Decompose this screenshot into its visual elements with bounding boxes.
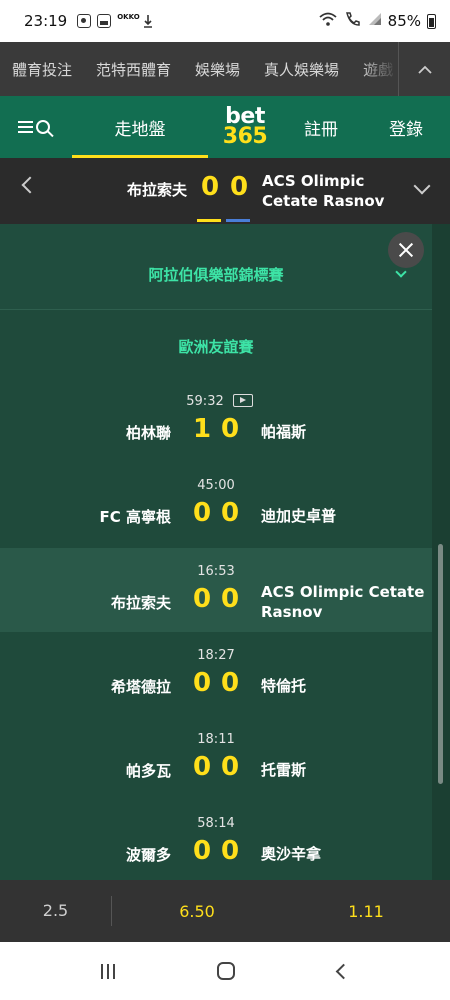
match-clock: 58:14 xyxy=(197,816,235,831)
search-icon xyxy=(36,120,50,134)
match-away-score: 0 xyxy=(221,668,240,698)
match-header-away-line2: Cetate Rasnov xyxy=(262,192,385,210)
close-button[interactable] xyxy=(388,232,424,268)
odds-option-2[interactable]: 6.50 xyxy=(112,902,282,921)
register-label: 註冊 xyxy=(304,119,338,140)
match-home-team: 波爾多 xyxy=(125,846,171,864)
odds-bar: 2.5 6.50 1.11 xyxy=(0,880,450,942)
match-header: 布拉索夫 0 0 ACS Olimpic Cetate Rasnov xyxy=(0,158,450,224)
download-icon xyxy=(143,14,153,28)
gallery-icon xyxy=(97,14,112,28)
main-header: 走地盤 bet 365 註冊 登錄 xyxy=(0,96,450,158)
match-home-team: 帕多瓦 xyxy=(125,762,171,780)
match-away-team: 特倫托 xyxy=(261,677,307,695)
system-nav-bar xyxy=(0,942,450,1000)
match-away-team: 迪加史卓普 xyxy=(261,507,337,525)
recent-apps-icon[interactable] xyxy=(101,963,116,979)
nav-more-button[interactable] xyxy=(398,42,450,96)
match-row[interactable]: 59:32 柏林聯 1 0 帕福斯 xyxy=(0,378,432,462)
record-icon xyxy=(77,14,92,28)
in-play-link[interactable]: 走地盤 xyxy=(70,96,210,158)
bet365-logo[interactable]: bet 365 xyxy=(210,96,280,158)
match-row-selected[interactable]: 16:53 布拉索夫 0 0 ACS Olimpic Cetate Rasnov xyxy=(0,548,432,632)
match-row[interactable]: 18:11 帕多瓦 0 0 托雷斯 xyxy=(0,716,432,800)
status-left-icons: OKKO xyxy=(77,14,153,28)
match-away-score: 0 xyxy=(221,498,240,528)
match-away-team: ACS Olimpic Cetate Rasnov xyxy=(261,582,424,622)
match-row[interactable]: 45:00 FC 高寧根 0 0 迪加史卓普 xyxy=(0,462,432,546)
status-time: 23:19 xyxy=(24,12,68,30)
scrollbar-thumb[interactable] xyxy=(438,544,443,784)
match-clock: 16:53 xyxy=(197,564,235,579)
home-icon[interactable] xyxy=(217,962,236,980)
match-home-team: FC 高寧根 xyxy=(99,508,171,526)
nav-live-casino[interactable]: 真人娛樂場 xyxy=(252,59,351,80)
wifi-icon xyxy=(318,11,338,31)
nav-fade xyxy=(358,42,398,96)
match-home-score: 1 xyxy=(193,414,212,444)
match-home-score: 0 xyxy=(193,668,212,698)
battery-text: 85% xyxy=(387,12,421,30)
match-home-score: 0 xyxy=(193,584,212,614)
match-away-score: 0 xyxy=(221,414,240,444)
logo-365: 365 xyxy=(222,124,268,149)
chevron-down-icon[interactable] xyxy=(413,177,431,195)
match-away-team: 托雷斯 xyxy=(261,761,307,779)
chevron-left-icon[interactable] xyxy=(21,176,39,194)
match-clock: 18:27 xyxy=(197,648,235,663)
nav-casino[interactable]: 娛樂場 xyxy=(183,59,252,80)
match-header-away-line1: ACS Olimpic xyxy=(262,172,365,190)
call-icon xyxy=(344,11,362,31)
competition-title: 阿拉伯俱樂部錦標賽 xyxy=(148,266,284,284)
match-header-home: 布拉索夫 xyxy=(126,181,187,199)
okko-icon: OKKO xyxy=(117,13,140,21)
match-away-team: 奧沙辛拿 xyxy=(261,845,322,863)
in-play-label: 走地盤 xyxy=(114,119,166,140)
match-header-home-score: 0 xyxy=(201,172,220,202)
match-away-score: 0 xyxy=(221,752,240,782)
away-color-bar xyxy=(226,219,250,222)
video-icon[interactable] xyxy=(233,394,253,407)
match-home-score: 0 xyxy=(193,836,212,866)
top-nav: 體育投注 范特西體育 娛樂場 真人娛樂場 遊戲 xyxy=(0,42,450,96)
odds-option-1[interactable]: 2.5 xyxy=(0,896,112,926)
match-header-away: ACS Olimpic Cetate Rasnov xyxy=(262,171,384,211)
status-bar: 23:19 OKKO 85% xyxy=(0,0,450,42)
competition-header[interactable]: 阿拉伯俱樂部錦標賽 xyxy=(0,224,432,310)
match-away-team-line2: Rasnov xyxy=(261,603,323,621)
signal-icon xyxy=(368,12,382,30)
nav-sports[interactable]: 體育投注 xyxy=(0,59,84,80)
match-home-team: 柏林聯 xyxy=(125,424,171,442)
match-header-away-score: 0 xyxy=(230,172,249,202)
match-home-team: 布拉索夫 xyxy=(110,594,171,612)
match-clock: 45:00 xyxy=(197,478,235,493)
match-home-score: 0 xyxy=(193,498,212,528)
match-clock: 18:11 xyxy=(197,732,235,747)
register-link[interactable]: 註冊 xyxy=(280,96,362,158)
match-list-panel: 阿拉伯俱樂部錦標賽 歐洲友誼賽 59:32 柏林聯 1 0 帕福斯 45:00 … xyxy=(0,224,450,880)
hamburger-icon xyxy=(18,121,33,133)
match-away-team: 帕福斯 xyxy=(261,423,307,441)
match-row[interactable]: 18:27 希塔德拉 0 0 特倫托 xyxy=(0,632,432,716)
chevron-up-icon xyxy=(417,59,432,80)
nav-fantasy[interactable]: 范特西體育 xyxy=(84,59,183,80)
match-home-score: 0 xyxy=(193,752,212,782)
battery-icon xyxy=(427,13,436,29)
group-title: 歐洲友誼賽 xyxy=(178,338,254,356)
match-clock: 59:32 xyxy=(186,394,224,409)
login-label: 登錄 xyxy=(389,119,423,140)
status-right: 85% xyxy=(318,11,436,31)
match-away-team-line1: ACS Olimpic Cetate xyxy=(261,583,425,601)
back-icon[interactable] xyxy=(335,963,352,979)
match-away-score: 0 xyxy=(221,584,240,614)
match-away-score: 0 xyxy=(221,836,240,866)
menu-search-button[interactable] xyxy=(0,120,70,134)
match-row[interactable]: 58:14 波爾多 0 0 奧沙辛拿 xyxy=(0,800,432,880)
match-home-team: 希塔德拉 xyxy=(110,678,171,696)
home-color-bar xyxy=(197,219,221,222)
login-link[interactable]: 登錄 xyxy=(362,96,450,158)
odds-option-3[interactable]: 1.11 xyxy=(282,902,450,921)
